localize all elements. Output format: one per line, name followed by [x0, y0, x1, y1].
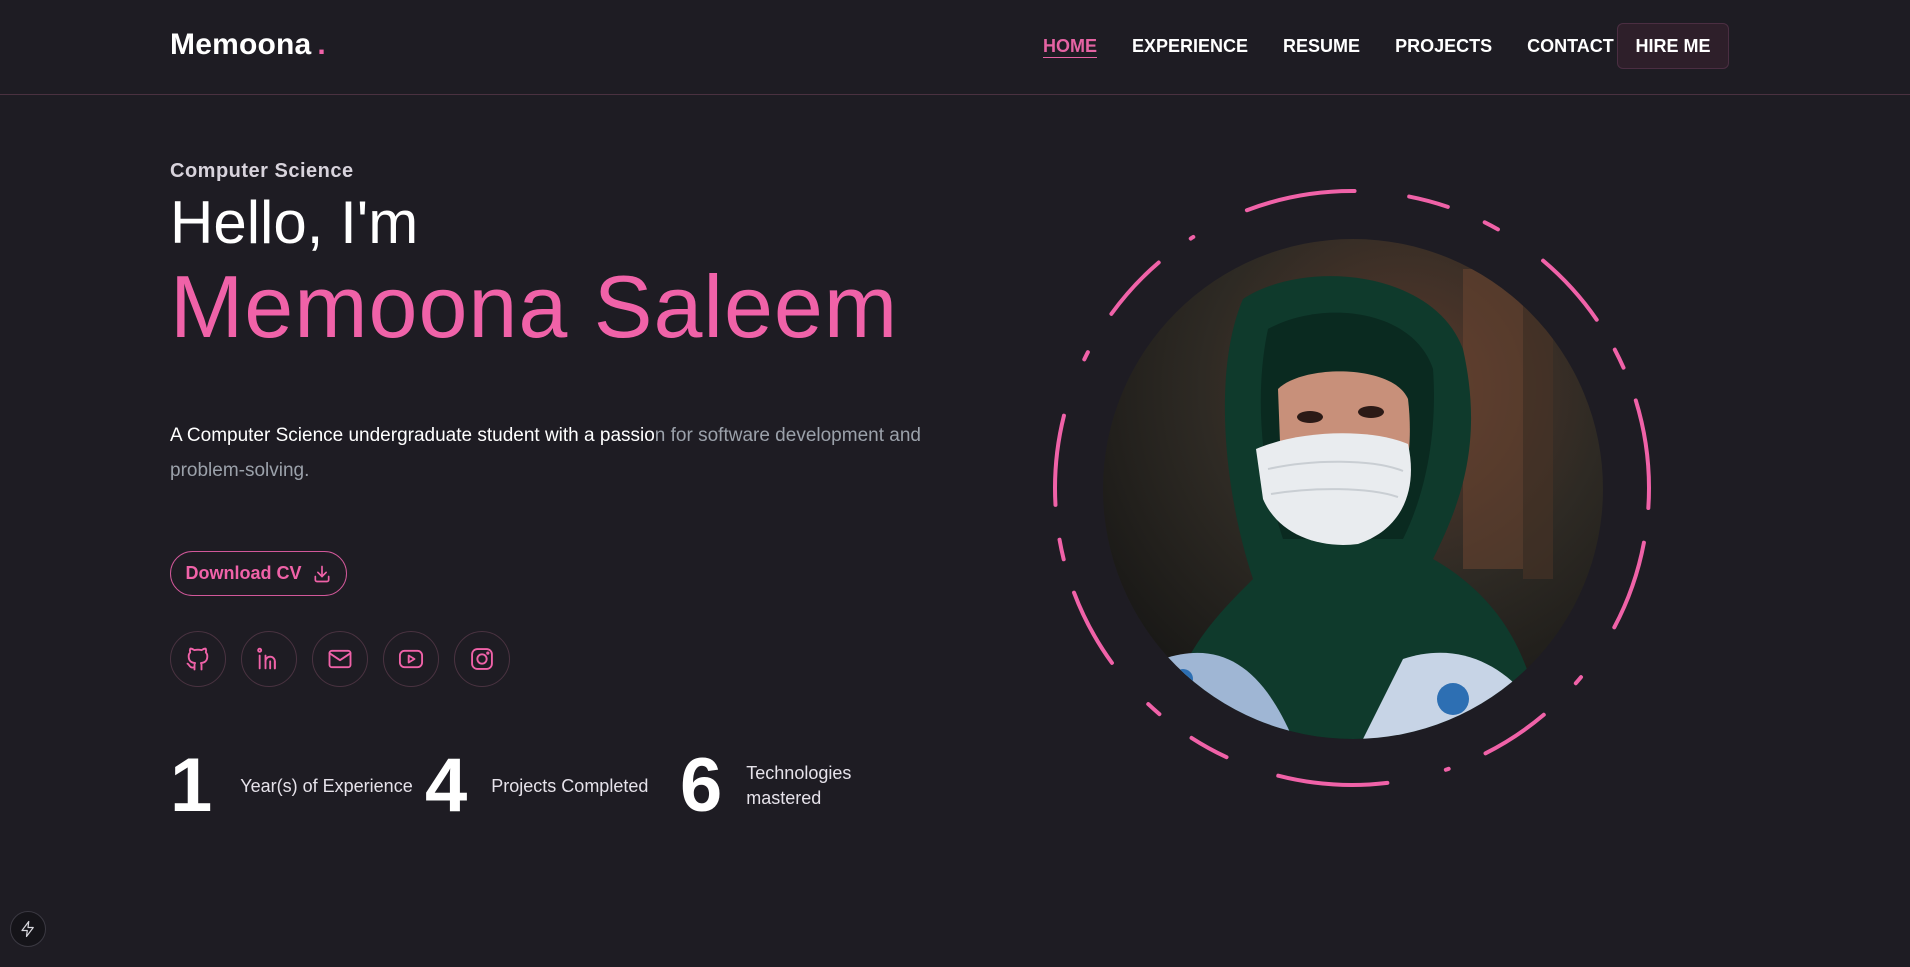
stat-value: 6 — [680, 743, 723, 828]
hero-subtitle: Computer Science — [170, 160, 354, 182]
nav-home[interactable]: HOME — [1043, 36, 1097, 57]
stat-value: 1 — [170, 743, 213, 828]
linkedin-icon — [257, 647, 276, 670]
stat-label: Projects Completed — [491, 775, 649, 796]
nav-contact[interactable]: CONTACT — [1527, 36, 1614, 57]
instagram-button[interactable] — [454, 631, 510, 687]
portrait-container — [1050, 186, 1655, 791]
stat-technologies: 6 Technologies mastered — [680, 748, 866, 824]
hero-description: A Computer Science undergraduate student… — [170, 418, 950, 488]
mail-icon — [328, 649, 352, 669]
social-links — [170, 631, 510, 687]
lightning-icon — [21, 920, 34, 938]
bolt-button[interactable] — [10, 911, 46, 947]
logo-text: Memoona — [170, 28, 312, 61]
site-header: Memoona. HOME EXPERIENCE RESUME PROJECTS… — [0, 0, 1910, 95]
hero-greeting: Hello, I'm — [170, 189, 419, 256]
nav-projects[interactable]: PROJECTS — [1395, 36, 1492, 57]
download-icon — [314, 565, 329, 582]
instagram-icon — [471, 648, 493, 670]
stat-experience: 1 Year(s) of Experience — [170, 748, 413, 824]
stat-value: 4 — [425, 743, 468, 828]
mail-button[interactable] — [312, 631, 368, 687]
download-cv-button[interactable]: Download CV — [170, 551, 347, 596]
nav-experience[interactable]: EXPERIENCE — [1132, 36, 1248, 57]
youtube-icon — [398, 649, 424, 669]
stat-label: Technologies mastered — [746, 763, 852, 808]
main-nav: HOME EXPERIENCE RESUME PROJECTS CONTACT — [1043, 36, 1649, 57]
hire-me-button[interactable]: HIRE ME — [1617, 23, 1729, 69]
stat-projects: 4 Projects Completed — [425, 748, 648, 824]
github-button[interactable] — [170, 631, 226, 687]
logo[interactable]: Memoona. — [170, 28, 326, 62]
logo-dot: . — [317, 28, 326, 61]
youtube-button[interactable] — [383, 631, 439, 687]
github-icon — [186, 647, 209, 671]
stat-label: Year(s) of Experience — [240, 775, 413, 796]
download-cv-label: Download CV — [185, 563, 302, 583]
profile-photo — [1103, 239, 1603, 739]
hero-name: Memoona Saleem — [170, 257, 899, 356]
nav-resume[interactable]: RESUME — [1283, 36, 1360, 57]
linkedin-button[interactable] — [241, 631, 297, 687]
description-highlight: A Computer Science undergraduate student… — [170, 425, 655, 446]
